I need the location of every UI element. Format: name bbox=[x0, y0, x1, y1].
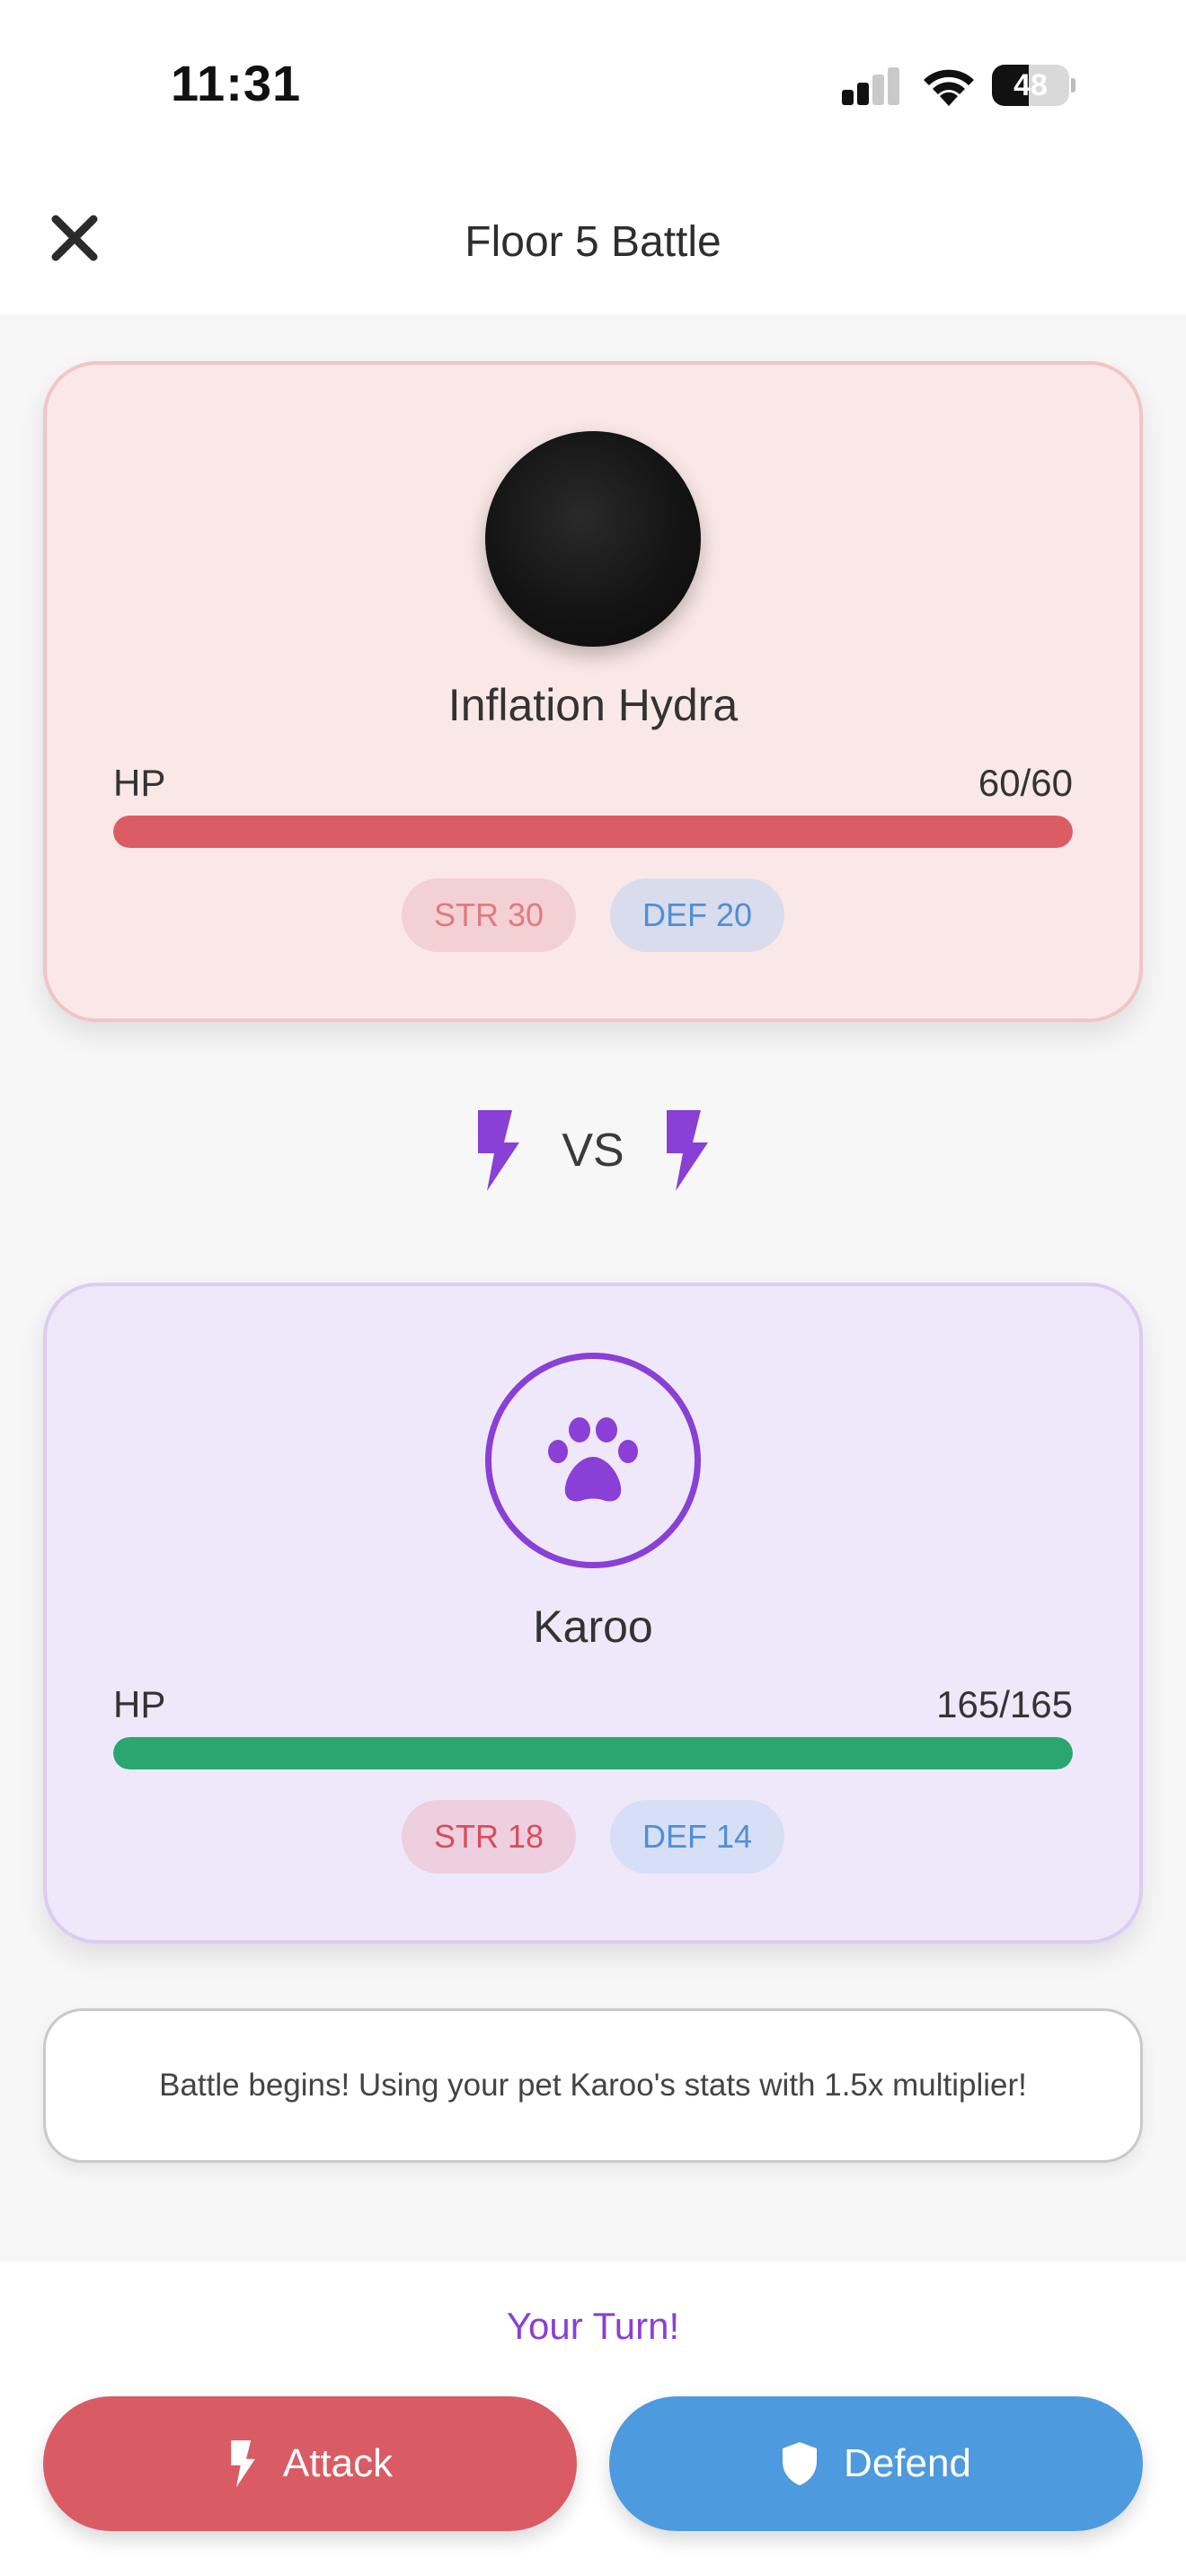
pet-stats: STR 18 DEF 14 bbox=[47, 1800, 1139, 1874]
header: Floor 5 Battle bbox=[0, 171, 1186, 314]
paw-icon bbox=[548, 1417, 638, 1502]
pet-hp-bar bbox=[113, 1737, 1073, 1769]
lightning-bolt-icon bbox=[667, 1110, 708, 1191]
cellular-signal-icon bbox=[842, 67, 899, 105]
attack-button-label: Attack bbox=[282, 2441, 394, 2485]
status-time: 11:31 bbox=[171, 55, 302, 111]
enemy-hp-label: HP bbox=[113, 762, 166, 804]
page-title: Floor 5 Battle bbox=[465, 218, 721, 266]
enemy-card: Inflation Hydra HP 60/60 STR 30 DEF 20 bbox=[43, 361, 1143, 1022]
enemy-name: Inflation Hydra bbox=[447, 680, 739, 730]
battle-log: Battle begins! Using your pet Karoo's st… bbox=[43, 2008, 1143, 2163]
enemy-hp-bar bbox=[113, 816, 1073, 848]
shield-icon bbox=[783, 2442, 818, 2485]
close-button[interactable] bbox=[43, 207, 106, 269]
versus-divider: VS bbox=[0, 1110, 1186, 1191]
pet-card: Karoo HP 165/165 STR 18 DEF 14 bbox=[43, 1283, 1143, 1944]
lightning-bolt-icon bbox=[231, 2440, 255, 2487]
enemy-hp-value: 60/60 bbox=[978, 762, 1073, 804]
enemy-hp-fill bbox=[113, 816, 1073, 848]
pet-hp-fill bbox=[113, 1737, 1073, 1769]
pet-str-badge: STR 18 bbox=[401, 1800, 576, 1874]
pet-hp-value: 165/165 bbox=[936, 1683, 1073, 1725]
wifi-icon bbox=[924, 69, 974, 106]
pet-name: Karoo bbox=[533, 1601, 653, 1652]
action-bar: Your Turn! Attack Defend bbox=[0, 2262, 1186, 2576]
defend-button-label: Defend bbox=[844, 2441, 971, 2485]
enemy-stats: STR 30 DEF 20 bbox=[47, 878, 1139, 952]
enemy-avatar bbox=[485, 431, 701, 647]
close-icon bbox=[51, 215, 98, 261]
battery-icon: 48 bbox=[992, 65, 1075, 106]
defend-button[interactable]: Defend bbox=[609, 2396, 1143, 2531]
pet-avatar bbox=[485, 1353, 701, 1568]
status-bar: 11:31 48 bbox=[0, 0, 1186, 171]
vs-label: VS bbox=[562, 1125, 624, 1177]
attack-button[interactable]: Attack bbox=[43, 2396, 577, 2531]
pet-def-badge: DEF 14 bbox=[610, 1800, 785, 1874]
enemy-def-badge: DEF 20 bbox=[610, 878, 785, 952]
battery-level: 48 bbox=[1013, 68, 1048, 102]
enemy-str-badge: STR 30 bbox=[401, 878, 576, 952]
pet-hp-label: HP bbox=[113, 1683, 166, 1725]
battle-log-message: Battle begins! Using your pet Karoo's st… bbox=[159, 2068, 1027, 2103]
turn-indicator: Your Turn! bbox=[506, 2305, 680, 2347]
